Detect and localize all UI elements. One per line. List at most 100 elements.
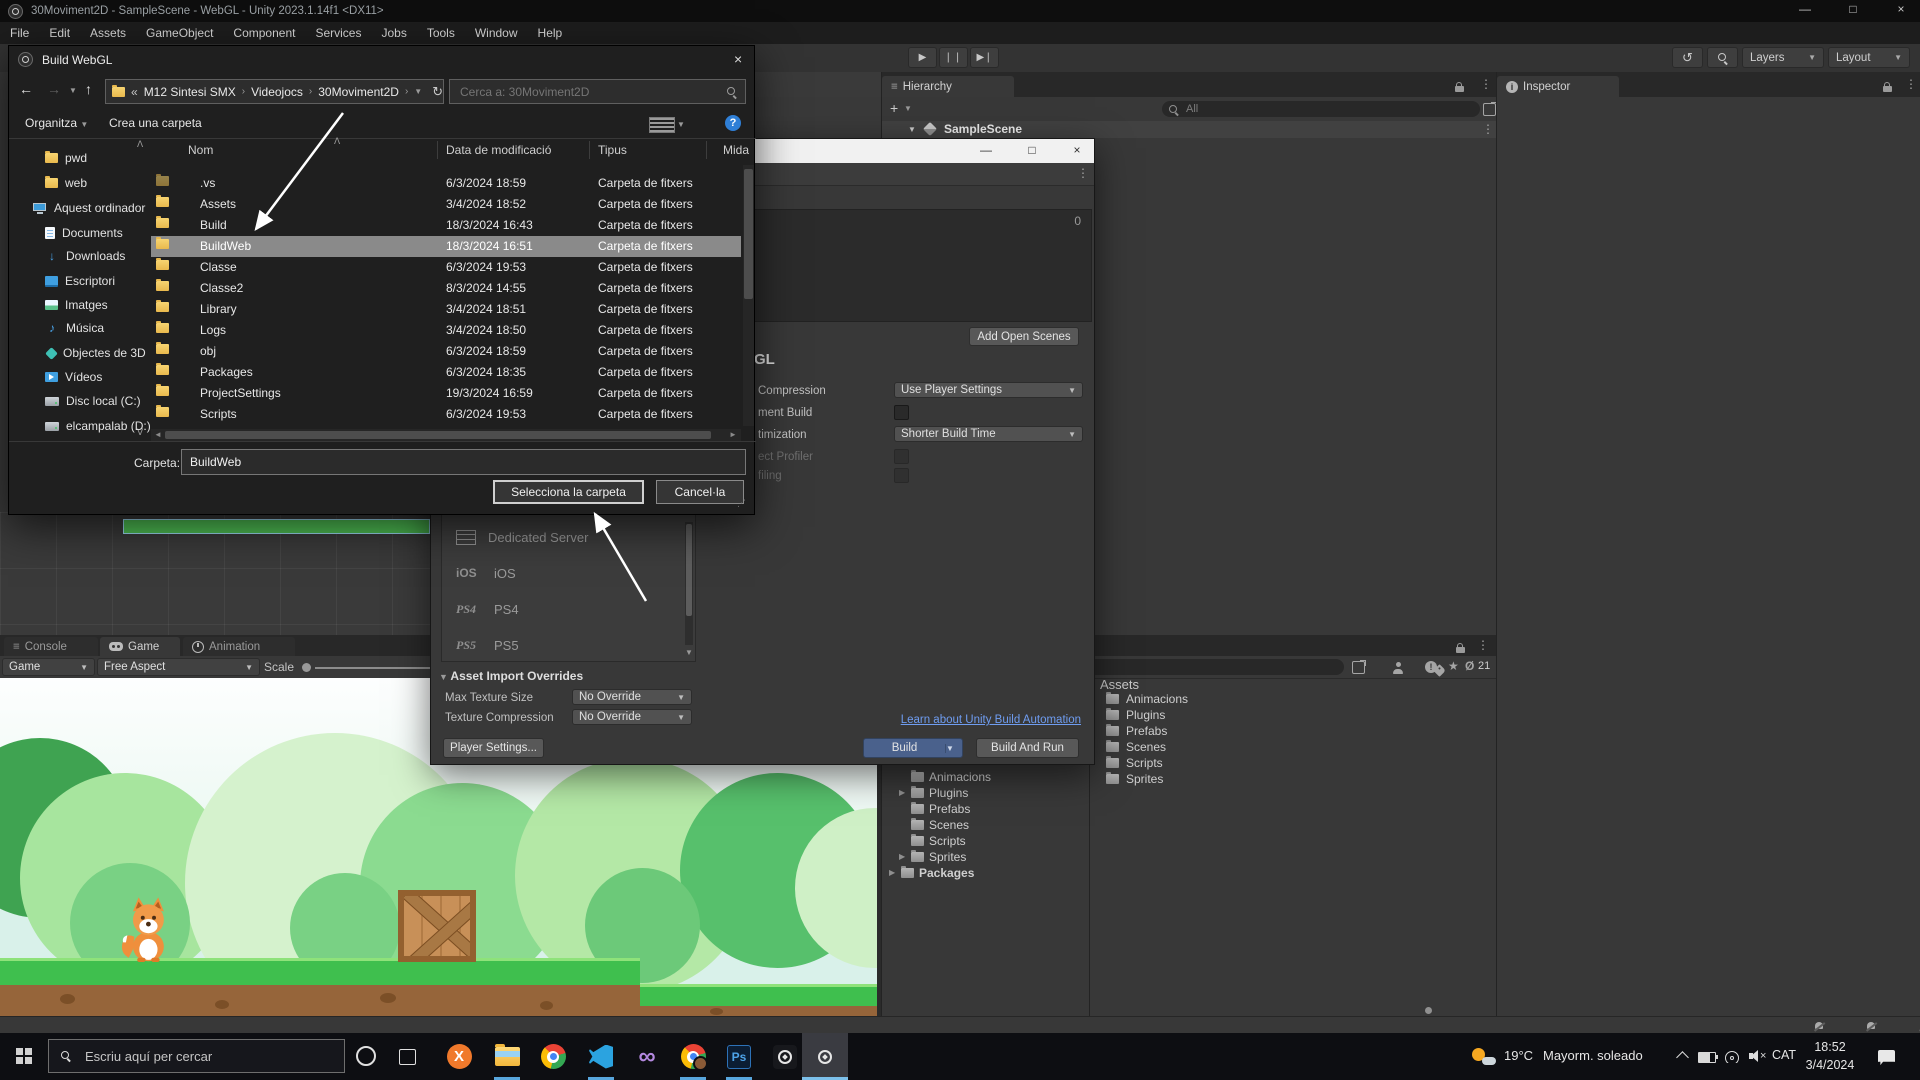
notification-center-icon[interactable] [1878,1050,1895,1065]
hscroll-right-icon[interactable]: ► [729,430,737,439]
project-folder-sprites[interactable]: Sprites [1126,772,1163,786]
favorites-star-icon[interactable]: ★ [1448,659,1459,673]
sidebar-scroll-up-icon[interactable]: ᐱ [137,139,143,150]
sidebar-item-aquest-ordinador[interactable]: Aquest ordinador [33,197,145,219]
forward-icon[interactable]: → [47,81,61,97]
add-object-caret-icon[interactable]: ▼ [904,104,912,113]
display-dropdown[interactable]: Game▼ [2,658,95,676]
open-new-window-icon[interactable] [1352,661,1365,674]
cancel-button[interactable]: Cancel·la [656,480,744,504]
file-row-vs[interactable]: .vs6/3/2024 18:59Carpeta de fitxers [151,173,741,194]
open-new-window-icon[interactable] [1483,103,1496,116]
bs-close-icon[interactable]: × [1067,143,1087,157]
tree-arrow-icon[interactable]: ▶ [899,852,905,861]
taskbar-app-visual-studio[interactable]: ∞ [624,1033,670,1080]
hierarchy-search[interactable] [1162,101,1480,117]
dialog-search-box[interactable] [449,79,746,104]
clock[interactable]: 18:52 3/4/2024 [1798,1038,1862,1076]
breadcrumb[interactable]: «M12 Sintesi SMX›Videojocs›30Moviment2D› [131,85,414,99]
bs-option-checkbox-ment-build[interactable] [894,405,909,420]
menu-help[interactable]: Help [528,22,573,44]
window-maximize-icon[interactable]: □ [1838,2,1868,16]
menu-assets[interactable]: Assets [80,22,136,44]
global-search-icon[interactable] [1707,47,1738,68]
bs-option-checkbox-filing[interactable] [894,468,909,483]
taskbar-app-chrome[interactable] [530,1033,576,1080]
step-button[interactable]: ▶❘ [970,47,999,68]
layers-dropdown[interactable]: Layers▼ [1742,47,1824,68]
tree-item-prefabs[interactable]: Prefabs [929,802,970,816]
hscroll-left-icon[interactable]: ◄ [154,430,162,439]
new-folder-button[interactable]: Crea una carpeta [109,116,202,130]
add-object-button[interactable]: + [890,100,898,116]
platform-scrollbar-track[interactable] [685,522,693,645]
tree-item-scripts[interactable]: Scripts [929,834,966,848]
file-row-scripts[interactable]: Scripts6/3/2024 19:53Carpeta de fitxers [151,404,741,425]
sidebar-item-documents[interactable]: Documents [45,222,123,244]
avatar-filter-icon[interactable] [1392,662,1404,674]
taskbar-app-chrome-profile[interactable] [670,1033,716,1080]
project-folder-scripts[interactable]: Scripts [1126,756,1163,770]
bs-option-checkbox-ect-profiler[interactable] [894,449,909,464]
project-kebab-icon[interactable]: ⋮ [1477,639,1489,651]
file-row-packages[interactable]: Packages6/3/2024 18:35Carpeta de fitxers [151,362,741,383]
file-row-build[interactable]: Build18/3/2024 16:43Carpeta de fitxers [151,215,741,236]
tree-arrow-icon[interactable]: ▶ [889,868,895,877]
aspect-dropdown[interactable]: Free Aspect▼ [97,658,260,676]
file-row-obj[interactable]: obj6/3/2024 18:59Carpeta de fitxers [151,341,741,362]
inspector-kebab-icon[interactable]: ⋮ [1905,78,1917,90]
file-row-logs[interactable]: Logs3/4/2024 18:50Carpeta de fitxers [151,320,741,341]
battery-icon[interactable] [1698,1052,1716,1063]
sidebar-item-pwd[interactable]: pwd [45,147,87,169]
platform-dedicated-server[interactable]: Dedicated Server [456,527,676,547]
project-folder-animacions[interactable]: Animacions [1126,692,1188,706]
tab-animation[interactable]: Animation [183,637,295,656]
wifi-icon[interactable] [1725,1051,1741,1063]
tray-expand-icon[interactable] [1676,1051,1689,1064]
build-options-caret-icon[interactable]: ▼ [945,744,962,753]
column-header-nom[interactable]: Nom [188,143,213,157]
notifications-muted-icon[interactable] [1866,1022,1877,1032]
dialog-search-input[interactable] [458,84,726,100]
pause-button[interactable]: ❘❘ [939,47,968,68]
dialog-close-icon[interactable]: × [734,51,742,67]
recent-caret-icon[interactable]: ▼ [69,86,77,95]
taskbar-search[interactable] [48,1039,345,1073]
menu-tools[interactable]: Tools [417,22,465,44]
scene-tilemap-platform[interactable] [123,519,430,534]
menu-edit[interactable]: Edit [39,22,80,44]
task-view-icon[interactable] [399,1049,416,1065]
add-open-scenes-button[interactable]: Add Open Scenes [969,327,1079,346]
sidebar-item-web[interactable]: web [45,172,87,194]
tree-item-scenes[interactable]: Scenes [929,818,969,832]
tree-arrow-icon[interactable]: ▶ [899,788,905,797]
file-row-classe2[interactable]: Classe28/3/2024 14:55Carpeta de fitxers [151,278,741,299]
max-texture-size-dropdown[interactable]: No Override▼ [572,689,692,705]
sidebar-item-v-deos[interactable]: Vídeos [45,366,102,388]
scene-kebab-icon[interactable]: ⋮ [1482,123,1494,135]
undo-history-icon[interactable]: ↺ [1672,47,1703,68]
up-icon[interactable]: ↑ [85,81,92,97]
sidebar-item-elcampalab-d[interactable]: elcampalab (D:) [45,415,151,437]
address-caret-icon[interactable]: ▼ [414,87,422,96]
scale-slider-knob[interactable] [302,663,311,672]
lock-icon[interactable] [1455,86,1464,92]
menu-file[interactable]: File [0,22,39,44]
alert-filter-icon[interactable]: ! [1425,661,1437,673]
menu-services[interactable]: Services [305,22,371,44]
start-button[interactable] [0,1033,48,1080]
view-mode-caret-icon[interactable]: ▼ [677,120,685,129]
sidebar-item-m-sica[interactable]: ♪Música [45,317,104,339]
taskbar-app-xampp[interactable]: X [436,1033,482,1080]
sidebar-item-objectes-de-3d[interactable]: Objectes de 3D [45,342,146,364]
menu-gameobject[interactable]: GameObject [136,22,223,44]
tree-item-animacions[interactable]: Animacions [929,770,991,784]
build-automation-link[interactable]: Learn about Unity Build Automation [901,714,1081,726]
taskbar-app-photoshop[interactable]: Ps [716,1033,762,1080]
layout-dropdown[interactable]: Layout▼ [1828,47,1910,68]
menu-window[interactable]: Window [465,22,528,44]
breadcrumb-videojocs[interactable]: Videojocs [251,85,303,99]
weather-temp[interactable]: 19°C [1504,1048,1533,1063]
file-row-buildweb[interactable]: BuildWeb18/3/2024 16:51Carpeta de fitxer… [151,236,741,257]
hierarchy-search-input[interactable] [1184,102,1474,116]
